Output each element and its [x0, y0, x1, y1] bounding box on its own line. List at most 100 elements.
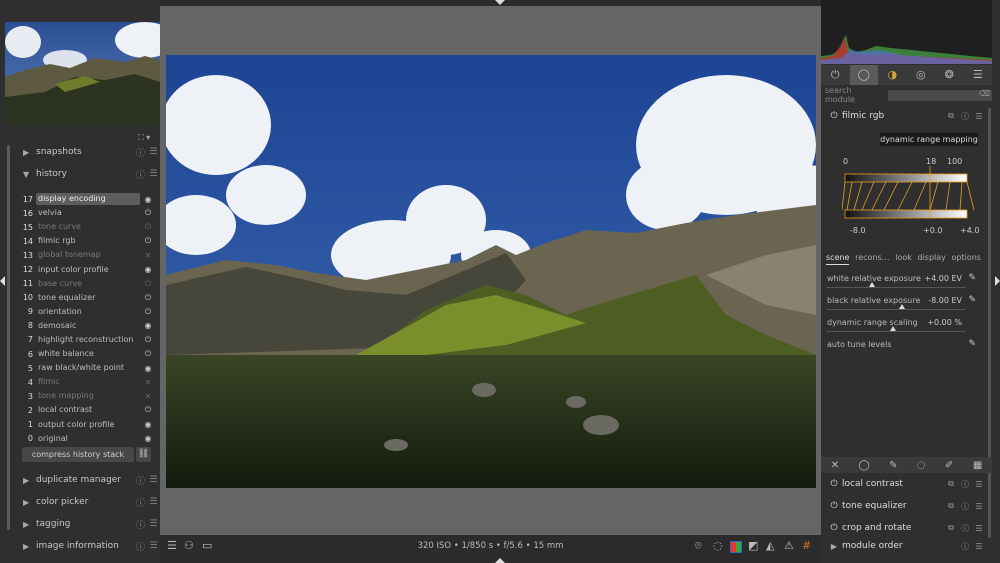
reset-icon[interactable]: ⓘ [134, 146, 147, 159]
reset-icon[interactable]: ⓘ [958, 479, 972, 490]
reset-icon[interactable]: ⓘ [134, 496, 147, 509]
section-history[interactable]: ▼ history ⓘ ☰ [14, 164, 160, 184]
histogram[interactable] [821, 0, 992, 64]
presets-menu-icon[interactable]: ☰ [147, 519, 160, 529]
dynamic-range-mapping-button[interactable]: dynamic range mapping [880, 133, 978, 146]
slider-auto-tune-levels[interactable]: auto tune levels ✎ [826, 339, 976, 362]
reset-icon[interactable]: ⓘ [134, 518, 147, 531]
reset-icon[interactable]: ⓘ [958, 501, 972, 512]
history-item[interactable]: 0 original ◉ [20, 432, 156, 446]
slider-white-relative-exposure[interactable]: white relative exposure +4.00 EV ✎ [826, 273, 976, 296]
history-item[interactable]: 12 input color profile ◉ [20, 262, 156, 276]
module-header-tone-equalizer[interactable]: ⏻ tone equalizer ⧉ ⓘ ☰ [826, 497, 986, 515]
history-item[interactable]: 9 orientation ⏻ [20, 305, 156, 319]
module-header-local-contrast[interactable]: ⏻ local contrast ⧉ ⓘ ☰ [826, 475, 986, 493]
power-icon[interactable]: ⏻ [826, 501, 842, 511]
left-panel-scrollbar[interactable] [7, 145, 10, 530]
power-icon[interactable]: ⏻ [826, 479, 842, 489]
history-item[interactable]: 14 filmic rgb ⏻ [20, 234, 156, 248]
reset-icon[interactable]: ⓘ [958, 541, 972, 552]
presets-menu-icon[interactable]: ☰ [972, 542, 986, 551]
section-color-picker[interactable]: ▶ color picker ⓘ ☰ [14, 492, 160, 512]
history-item[interactable]: 13 global tonemap ✕ [20, 248, 156, 262]
drawn-mask-icon[interactable]: ✎ [889, 460, 897, 471]
history-item[interactable]: 8 demosaic ◉ [20, 319, 156, 333]
history-item[interactable]: 17 display encoding ◉ [20, 192, 156, 206]
multi-instance-icon[interactable]: ⧉ [944, 479, 958, 489]
presets-menu-icon[interactable]: ☰ [972, 502, 986, 511]
slider-dynamic-range-scaling[interactable]: dynamic range scaling +0.00 % [826, 318, 976, 340]
presets-menu-icon[interactable]: ☰ [147, 475, 160, 485]
slider-marker[interactable] [890, 326, 896, 331]
drawn-parametric-mask-icon[interactable]: ✐ [945, 460, 953, 471]
clipping-warning-icon[interactable]: ⚠ [784, 539, 794, 552]
history-item[interactable]: 16 velvia ⏻ [20, 206, 156, 220]
toggle-bottom-panel-arrow[interactable] [495, 558, 505, 563]
color-picker-icon[interactable]: ✎ [968, 339, 976, 349]
presets-menu-icon[interactable]: ☰ [147, 169, 160, 179]
slider-track[interactable] [826, 287, 966, 288]
reset-icon[interactable]: ⓘ [134, 540, 147, 553]
history-item[interactable]: 15 tone curve ⏻ [20, 220, 156, 234]
filmic-graph[interactable] [841, 156, 977, 236]
history-item[interactable]: 6 white balance ⏻ [20, 347, 156, 361]
main-image[interactable] [166, 55, 816, 488]
tab-display[interactable]: display [918, 253, 946, 265]
presets-menu-icon[interactable]: ☰ [972, 524, 986, 533]
tab-reconstruct[interactable]: recons… [855, 253, 890, 265]
history-item[interactable]: 11 base curve ⏻ [20, 277, 156, 291]
section-duplicate-manager[interactable]: ▶ duplicate manager ⓘ ☰ [14, 470, 160, 490]
slider-black-relative-exposure[interactable]: black relative exposure -8.00 EV ✎ [826, 295, 976, 318]
bulb-icon[interactable]: ◌ [713, 539, 723, 552]
tab-scene[interactable]: scene [826, 253, 850, 265]
multi-instance-icon[interactable]: ⧉ [944, 111, 958, 121]
toggle-left-panel-arrow[interactable] [0, 276, 5, 286]
color-picker-icon[interactable]: ✎ [968, 295, 976, 305]
parametric-mask-icon[interactable]: ◌ [917, 460, 926, 471]
history-item[interactable]: 5 raw black/white point ◉ [20, 361, 156, 375]
compress-history-button[interactable]: compress history stack [22, 447, 134, 462]
power-icon[interactable]: ⏻ [826, 523, 842, 533]
presets-menu-icon[interactable]: ☰ [147, 541, 160, 551]
presets-menu-icon[interactable]: ☰ [147, 497, 160, 507]
tab-correct-icon[interactable]: ◎ [907, 65, 936, 85]
raw-overexposed-icon[interactable]: ◭ [766, 539, 774, 552]
toggle-top-panel-arrow[interactable] [495, 0, 505, 5]
slider-track[interactable] [826, 309, 966, 310]
presets-menu-icon[interactable]: ☰ [972, 112, 986, 121]
reset-icon[interactable]: ⓘ [958, 111, 972, 122]
slider-marker[interactable] [869, 282, 875, 287]
right-panel-scrollbar[interactable] [988, 108, 991, 538]
tab-color-icon[interactable]: ◑ [878, 65, 907, 85]
presets-menu-icon[interactable]: ☰ [147, 147, 160, 157]
gamut-check-icon[interactable]: ◩ [748, 539, 758, 552]
slider-track[interactable] [826, 331, 966, 332]
slider-marker[interactable] [899, 304, 905, 309]
history-item[interactable]: 7 highlight reconstruction ⏻ [20, 333, 156, 347]
clear-search-icon[interactable]: ⌫ [979, 89, 990, 98]
history-item[interactable]: 10 tone equalizer ⏻ [20, 291, 156, 305]
section-tagging[interactable]: ▶ tagging ⓘ ☰ [14, 514, 160, 534]
raster-mask-icon[interactable]: ▦ [973, 460, 982, 471]
uniform-mask-icon[interactable]: ◯ [859, 460, 870, 471]
module-header-filmic-rgb[interactable]: ⏻ filmic rgb ⧉ ⓘ ☰ [826, 107, 986, 125]
history-item[interactable]: 2 local contrast ⏻ [20, 403, 156, 417]
guides-icon[interactable]: # [802, 539, 811, 552]
tab-presets-menu-icon[interactable]: ☰ [964, 65, 993, 85]
softproof-icon[interactable] [730, 541, 742, 553]
power-icon[interactable]: ⏻ [826, 111, 842, 121]
color-picker-icon[interactable]: ✎ [968, 273, 976, 283]
module-header-crop-and-rotate[interactable]: ⏻ crop and rotate ⧉ ⓘ ☰ [826, 519, 986, 537]
tab-options[interactable]: options [952, 253, 981, 265]
focus-peaking-icon[interactable]: ⌾ [695, 539, 702, 553]
navigation-thumbnail[interactable] [5, 22, 160, 125]
reset-icon[interactable]: ⓘ [958, 523, 972, 534]
presets-menu-icon[interactable]: ☰ [972, 480, 986, 489]
multi-instance-icon[interactable]: ⧉ [944, 501, 958, 511]
tab-active-modules-circle-icon[interactable]: ◯ [849, 65, 878, 85]
module-order-row[interactable]: ▶ module order ⓘ ☰ [826, 537, 986, 555]
history-item[interactable]: 1 output color profile ◉ [20, 418, 156, 432]
history-item[interactable]: 3 tone mapping ✕ [20, 389, 156, 403]
tab-effects-icon[interactable]: ❂ [935, 65, 964, 85]
tab-quick-access-power-icon[interactable]: ⏻ [821, 65, 850, 85]
